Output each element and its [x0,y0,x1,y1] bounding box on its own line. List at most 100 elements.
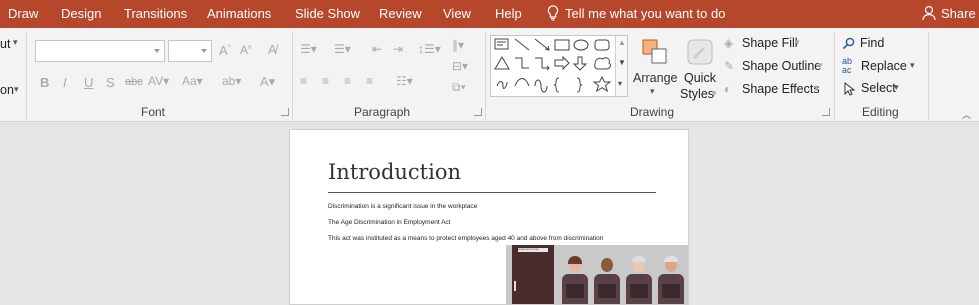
paragraph-dialog-launcher-icon[interactable] [474,108,482,116]
tab-slide-show[interactable]: Slide Show [295,6,360,21]
font-size-box[interactable] [168,40,212,62]
chevron-down-icon: ▾ [13,37,18,47]
chevron-down-icon: ▾ [818,60,823,70]
chevron-down-icon: ▾ [712,88,717,98]
increase-font-icon[interactable]: A^ [219,43,231,58]
chevron-down-icon [154,49,160,53]
photo-person [626,256,652,304]
justify-icon[interactable]: ≡ [366,74,373,88]
drawing-dialog-launcher-icon[interactable] [822,108,830,116]
shape-effects-button[interactable]: ◐ Shape Effects ▾ [724,82,824,100]
shape-outline-button[interactable]: ✎ Shape Outline ▾ [724,59,828,77]
tab-draw[interactable]: Draw [8,6,38,21]
columns-icon[interactable]: ☷▾ [396,74,413,88]
chevron-down-icon: ▾ [650,86,655,96]
slide[interactable]: Introduction Discrimination is a signifi… [289,129,689,305]
lightbulb-icon [547,5,559,21]
slide-bullet[interactable]: Discrimination is a significant issue in… [328,203,477,210]
pencil-icon: ✎ [724,59,735,73]
select-button[interactable]: Select ▾ [842,81,912,99]
italic-icon[interactable]: I [63,75,67,90]
decrease-font-icon[interactable]: Av [240,43,252,57]
tab-transitions[interactable]: Transitions [124,6,187,21]
character-spacing-icon[interactable]: AV▾ [148,74,169,88]
format-painter-button[interactable]: on [0,83,14,97]
increase-indent-icon[interactable]: ⇥ [393,42,403,56]
shadow-icon[interactable]: S [106,75,115,90]
share-button[interactable]: Share [922,5,976,21]
align-right-icon[interactable]: ≡ [344,74,351,88]
cut-button[interactable]: ut [0,37,10,51]
effects-icon: ◐ [724,82,732,96]
shape-fill-button[interactable]: ◈ Shape Fill ▾ [724,36,814,54]
replace-button[interactable]: ab ac Replace ▾ [842,56,922,78]
change-case-icon[interactable]: Aa▾ [182,74,203,88]
photo-person [562,256,588,304]
shape-outline-label: Shape Outline [742,59,822,73]
shapes-gallery-icons [494,38,612,93]
bullets-icon[interactable]: ☰▾ [300,42,317,56]
arrange-button[interactable]: Arrange ▾ [632,36,678,102]
line-spacing-icon[interactable]: ↕☰▾ [418,42,441,56]
chevron-down-icon [201,49,207,53]
magnifier-icon [842,37,855,50]
chevron-down-icon: ▾ [910,60,915,70]
highlight-icon[interactable]: ab▾ [222,74,241,88]
chevron-down-icon: ▾ [14,84,19,94]
underline-icon[interactable]: U [84,75,93,90]
shape-fill-label: Shape Fill [742,36,798,50]
find-button[interactable]: Find [842,36,902,54]
paint-bucket-icon: ◈ [724,36,734,50]
chevron-down-icon: ▾ [795,37,800,47]
ribbon: ut on ▾ ▾ A^ Av A̸ B I U S abc AV▾ Aa▾ a… [0,28,979,122]
align-text-icon[interactable]: ⊟▾ [452,59,468,73]
text-direction-icon[interactable]: ∥▾ [452,38,464,52]
slide-title[interactable]: Introduction [328,160,461,184]
replace-label: Replace [861,59,907,73]
align-left-icon[interactable]: ≡ [300,74,307,88]
slide-photo[interactable]: HUMAN RESOURCES [506,245,688,304]
tell-me-box[interactable]: Tell me what you want to do [547,5,725,21]
tab-view[interactable]: View [443,6,471,21]
strikethrough-icon[interactable]: abc [125,76,143,88]
numbering-icon[interactable]: ☰▾ [334,42,351,56]
title-underline [328,192,656,193]
font-name-box[interactable] [35,40,165,62]
tab-design[interactable]: Design [61,6,101,21]
group-divider [485,32,486,120]
slide-bullet[interactable]: The Age Discrimination in Employment Act [328,219,450,226]
tab-review[interactable]: Review [379,6,422,21]
shapes-gallery[interactable]: ▲ ▼ ▾ [490,35,628,97]
drawing-group-label: Drawing [630,105,675,119]
tell-me-text: Tell me what you want to do [565,5,726,21]
quick-styles-icon [687,39,713,65]
bold-icon[interactable]: B [40,75,49,90]
photo-person [658,256,684,304]
shapes-scrollbar[interactable]: ▲ ▼ ▾ [615,36,627,96]
quick-styles-button[interactable]: Quick Styles ▾ [680,36,720,102]
clear-formatting-icon[interactable]: A̸ [268,42,277,57]
tab-help[interactable]: Help [495,6,522,21]
select-label: Select [861,81,896,95]
collapse-ribbon-icon[interactable]: ︿ [962,108,971,121]
paragraph-group-label: Paragraph [354,105,411,119]
font-color-icon[interactable]: A▾ [260,74,275,90]
share-label: Share [941,5,976,21]
photo-person [594,258,620,304]
group-divider [292,32,293,120]
font-dialog-launcher-icon[interactable] [281,108,289,116]
find-label: Find [860,36,885,50]
decrease-indent-icon[interactable]: ⇤ [372,42,382,56]
photo-door: HUMAN RESOURCES [512,245,554,304]
menu-bar: Draw Design Transitions Animations Slide… [0,0,979,28]
tab-animations[interactable]: Animations [207,6,271,21]
slide-bullet[interactable]: This act was instituted as a means to pr… [328,235,603,242]
cursor-arrow-icon [844,82,855,96]
arrange-label: Arrange [633,71,678,85]
align-center-icon[interactable]: ≡ [322,74,329,88]
group-divider [928,32,929,120]
smartart-icon[interactable]: ⧉▾ [452,80,466,95]
door-sign: HUMAN RESOURCES [518,248,548,252]
group-divider [26,32,27,120]
replace-icon: ab ac [842,56,853,75]
